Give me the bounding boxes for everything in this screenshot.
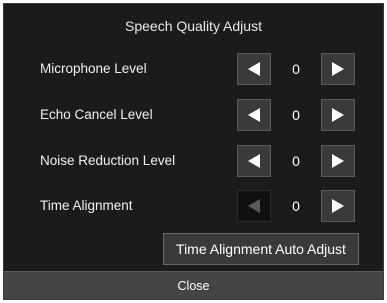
triangle-left-icon (248, 62, 260, 76)
time-alignment-increase-button[interactable] (321, 190, 355, 222)
noise-reduction-level-value: 0 (292, 153, 300, 169)
microphone-level-label: Microphone Level (40, 61, 147, 76)
echo-cancel-level-value: 0 (292, 107, 300, 123)
speech-quality-dialog: Speech Quality Adjust Microphone Level 0… (3, 3, 384, 300)
triangle-right-icon (332, 62, 344, 76)
triangle-right-icon (332, 199, 344, 213)
echo-cancel-level-decrease-button[interactable] (237, 99, 271, 131)
close-button[interactable]: Close (4, 271, 383, 299)
microphone-level-decrease-button[interactable] (237, 53, 271, 85)
noise-reduction-level-label: Noise Reduction Level (40, 153, 176, 168)
echo-cancel-level-increase-button[interactable] (321, 99, 355, 131)
triangle-right-icon (332, 154, 344, 168)
time-alignment-value: 0 (292, 198, 300, 214)
microphone-level-increase-button[interactable] (321, 53, 355, 85)
triangle-left-icon (248, 154, 260, 168)
time-alignment-auto-adjust-button[interactable]: Time Alignment Auto Adjust (163, 233, 359, 265)
microphone-level-value: 0 (292, 61, 300, 77)
triangle-left-icon (248, 199, 260, 213)
triangle-left-icon (248, 108, 260, 122)
dialog-title: Speech Quality Adjust (125, 18, 262, 34)
triangle-right-icon (332, 108, 344, 122)
noise-reduction-level-increase-button[interactable] (321, 145, 355, 177)
time-alignment-decrease-button (237, 190, 271, 222)
echo-cancel-level-label: Echo Cancel Level (40, 107, 153, 122)
time-alignment-label: Time Alignment (40, 198, 133, 213)
noise-reduction-level-decrease-button[interactable] (237, 145, 271, 177)
